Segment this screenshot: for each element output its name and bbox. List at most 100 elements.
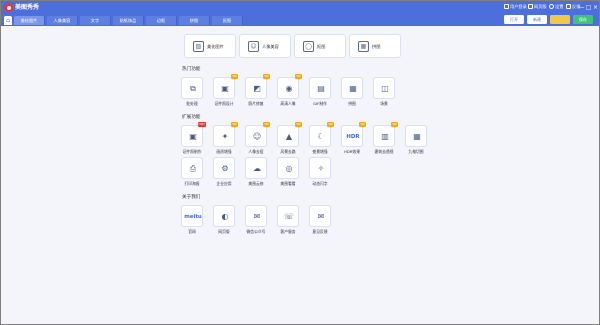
feature-card-cutout[interactable]: ◯ 抠图 [294, 34, 346, 58]
badge-vip: VIP [391, 122, 398, 127]
feature-item-label: 证件照设计 [214, 101, 234, 106]
web-version-button[interactable]: 网页版 [528, 3, 547, 11]
feature-item-label: 网页版 [218, 229, 230, 234]
feature-item-label: 人像去痘 [248, 149, 264, 154]
title-bar: 美图秀秀 用户登录 网页版 设置 反馈 — □ × [1, 1, 599, 14]
feature-item-label: 照片修复 [248, 101, 264, 106]
feature-icon-box: ☾ VIP [309, 122, 334, 147]
tab-4[interactable]: 边框 [146, 16, 177, 25]
feature-item-phone[interactable]: ☏ 客户服务 [273, 205, 303, 235]
feature-item-label: 建筑去透视 [374, 149, 394, 154]
feature-icon-box: ☺ VIP [245, 122, 270, 147]
feature-icon-box: ✉ [309, 205, 331, 227]
collage-icon: ▦ [358, 41, 369, 52]
open-button[interactable]: 打开 [504, 15, 524, 24]
feature-card-image[interactable]: ▨ 美化图片 [184, 34, 236, 58]
badge-vip: VIP [231, 74, 238, 79]
feature-item-enterprise[interactable]: ⚙ 企业应用 [209, 157, 239, 187]
feature-item-label: 证件照制作 [182, 149, 202, 154]
feature-item-label: 场景 [380, 101, 388, 106]
feature-item-mail[interactable]: ✉ 意见反馈 [305, 205, 335, 235]
portrait-icon: ☺ [248, 41, 259, 52]
tab-3[interactable]: 贴纸饰品 [113, 16, 144, 25]
save-button[interactable]: 保存 [573, 15, 593, 24]
settings-button[interactable]: 设置 [549, 3, 563, 11]
feature-item-sparkle[interactable]: ✧ 动态闪字 [305, 157, 335, 187]
feature-item-label: 九格切图 [408, 149, 424, 154]
feature-item-collage[interactable]: ▦ 拼图 [337, 77, 367, 107]
tab-0[interactable]: 美化图片 [14, 16, 45, 25]
section-title: 热门功能 [182, 67, 201, 72]
feature-item-night[interactable]: ☾ VIP 夜景增强 [305, 122, 335, 155]
feature-item-viewer[interactable]: ◎ 美图看看 [273, 157, 303, 187]
feature-card-label: 美化图片 [207, 44, 224, 49]
feature-icon-box: ▦ [405, 125, 427, 147]
feature-item-batch[interactable]: ⧉ 批处理 [177, 77, 207, 107]
feature-card-portrait[interactable]: ☺ 人像美容 [239, 34, 291, 58]
feature-item-label: GIF制作 [313, 101, 327, 106]
feature-icon-box: ▦ [341, 77, 363, 99]
enhance-icon: ✦ [221, 132, 229, 141]
scene-icon: ◫ [381, 84, 389, 93]
feature-item-hd-portrait[interactable]: ◉ VIP 高清人像 [273, 74, 303, 107]
feature-icon-box: ✦ VIP [213, 122, 238, 147]
tab-5[interactable]: 拼图 [179, 16, 210, 25]
feature-icon-box: meitu [181, 205, 203, 227]
night-icon: ☾ [317, 132, 325, 141]
feature-item-photo-repair[interactable]: ◩ VIP 照片修复 [241, 74, 271, 107]
tab-2[interactable]: 文字 [80, 16, 111, 25]
feature-icon-box: ◐ [213, 205, 235, 227]
hdr-icon: HDR [346, 134, 360, 140]
minimize-button[interactable]: — [578, 4, 585, 11]
feature-icon-box: ▥ VIP [373, 122, 398, 147]
id-photo-make-icon: ▣ [189, 132, 197, 141]
mail-icon: ✉ [317, 212, 325, 221]
new-button[interactable]: 新建 [527, 15, 547, 24]
acne-icon: ☺ [252, 132, 262, 141]
maximize-button[interactable]: □ [585, 4, 592, 11]
feature-icon-box: ✉ [245, 205, 267, 227]
feature-item-label: 微信公众号 [246, 229, 266, 234]
home-button[interactable]: ⌂ [4, 16, 12, 25]
feature-icon-box: ◫ [373, 77, 395, 99]
meitu-logo-icon: meitu [184, 214, 202, 220]
feature-item-acne[interactable]: ☺ VIP 人像去痘 [241, 122, 271, 155]
print-icon: ⎙ [189, 164, 197, 173]
feature-item-enhance[interactable]: ✦ VIP 画质增强 [209, 122, 239, 155]
feature-item-wechat[interactable]: ✉ 微信公众号 [241, 205, 271, 235]
feature-item-web-version[interactable]: ◐ 网页版 [209, 205, 239, 235]
feature-item-id-photo-make[interactable]: ▣ HOT 证件照制作 [177, 122, 207, 155]
feature-item-building[interactable]: ▥ VIP 建筑去透视 [369, 122, 399, 155]
feature-item-grid[interactable]: ▦ 九格切图 [401, 125, 431, 155]
tab-1[interactable]: 人像美容 [47, 16, 78, 25]
tab-6[interactable]: 抠图 [212, 16, 243, 25]
close-button[interactable]: × [592, 4, 599, 11]
badge-vip: VIP [327, 122, 334, 127]
feature-item-hdr[interactable]: HDR VIP HDR效果 [337, 122, 367, 155]
feature-icon-box: HDR VIP [341, 122, 366, 147]
feature-item-label: 夜景增强 [312, 149, 328, 154]
badge-vip: VIP [263, 122, 270, 127]
web-icon [528, 4, 533, 9]
feature-item-cloud[interactable]: ☁ 美图云修 [241, 157, 271, 187]
badge-vip: VIP [263, 74, 270, 79]
feature-card-collage[interactable]: ▦ 拼图 [349, 34, 401, 58]
section-title: 关于我们 [182, 195, 201, 200]
login-button[interactable]: 用户登录 [504, 3, 527, 11]
feature-item-landscape[interactable]: ▲ VIP 风景去路 [273, 122, 303, 155]
feature-item-label: 打印海报 [184, 181, 200, 186]
feature-item-meitu-logo[interactable]: meitu 官网 [177, 205, 207, 235]
feature-item-label: 批处理 [186, 101, 198, 106]
batch-icon: ⧉ [190, 84, 196, 93]
close-icon: × [592, 4, 599, 11]
cutout-icon: ◯ [303, 41, 314, 52]
feature-item-print[interactable]: ⎙ 打印海报 [177, 157, 207, 187]
feature-item-scene[interactable]: ◫ 场景 [369, 77, 399, 107]
feature-item-label: 客户服务 [280, 229, 296, 234]
save-as-button[interactable] [550, 15, 570, 24]
feature-icon-box: ◉ VIP [277, 74, 302, 99]
badge-vip: VIP [231, 122, 238, 127]
feature-item-id-photo[interactable]: ▣ VIP 证件照设计 [209, 74, 239, 107]
feature-item-gif[interactable]: ▤ GIF制作 [305, 77, 335, 107]
web-version-icon: ◐ [221, 212, 229, 221]
